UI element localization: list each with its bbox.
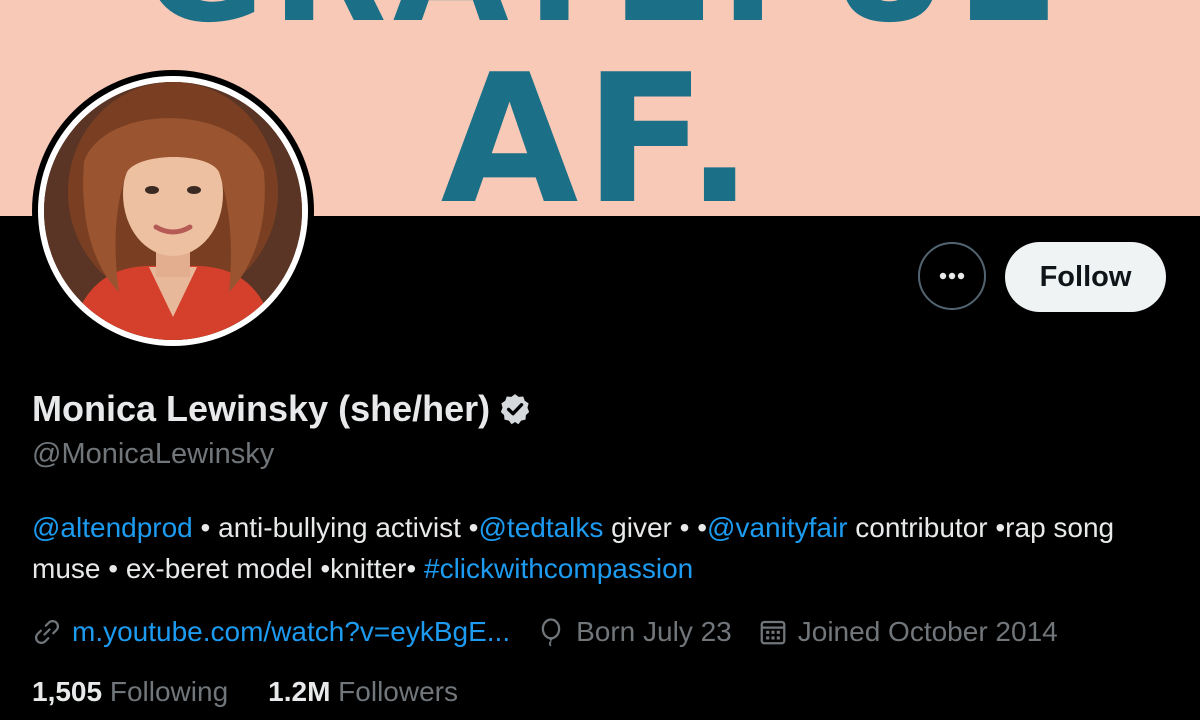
profile-meta-row: m.youtube.com/watch?v=eykBgE... Born Jul… [32, 612, 1084, 652]
profile-handle: @MonicaLewinsky [32, 438, 275, 470]
profile-bio: @altendprod • anti-bullying activist •@t… [32, 507, 1152, 589]
website-item[interactable]: m.youtube.com/watch?v=eykBgE... [32, 616, 510, 648]
birthday-text: Born July 23 [576, 616, 732, 647]
more-options-button[interactable] [918, 242, 986, 310]
link-icon [34, 619, 60, 645]
website-link[interactable]: m.youtube.com/watch?v=eykBgE... [72, 616, 510, 648]
verified-badge-icon[interactable] [498, 392, 532, 426]
followers-count: 1.2M [268, 676, 331, 707]
follow-button[interactable]: Follow [1005, 242, 1166, 312]
avatar[interactable] [38, 76, 308, 346]
joined-text: Joined October 2014 [797, 616, 1058, 647]
bio-mention-vanityfair[interactable]: @vanityfair [707, 512, 847, 543]
display-name: Monica Lewinsky (she/her) [32, 388, 491, 429]
followers-label: Followers [338, 676, 458, 707]
avatar-portrait-icon [44, 82, 302, 340]
following-count: 1,505 [32, 676, 103, 707]
followers-count-link[interactable]: 1.2M Followers [268, 676, 458, 708]
birthday-item: Born July 23 [536, 616, 732, 648]
following-label: Following [109, 676, 229, 707]
calendar-icon [760, 620, 786, 645]
following-count-link[interactable]: 1,505 Following [32, 676, 228, 708]
bio-hashtag-clickwithcompassion[interactable]: #clickwithcompassion [424, 553, 693, 584]
joined-item: Joined October 2014 [758, 616, 1058, 648]
bio-mention-tedtalks[interactable]: @tedtalks [478, 512, 603, 543]
avatar-photo [44, 82, 302, 340]
follow-counts: 1,505 Following 1.2M Followers [32, 676, 498, 708]
bio-text: • anti-bullying activist • [192, 512, 479, 543]
bio-mention-altendprod[interactable]: @altendprod [32, 512, 193, 543]
balloon-icon [541, 618, 561, 647]
profile-name-row: Monica Lewinsky (she/her) [32, 388, 532, 430]
bio-text: giver • • [603, 512, 708, 543]
more-horizontal-icon [939, 272, 965, 280]
